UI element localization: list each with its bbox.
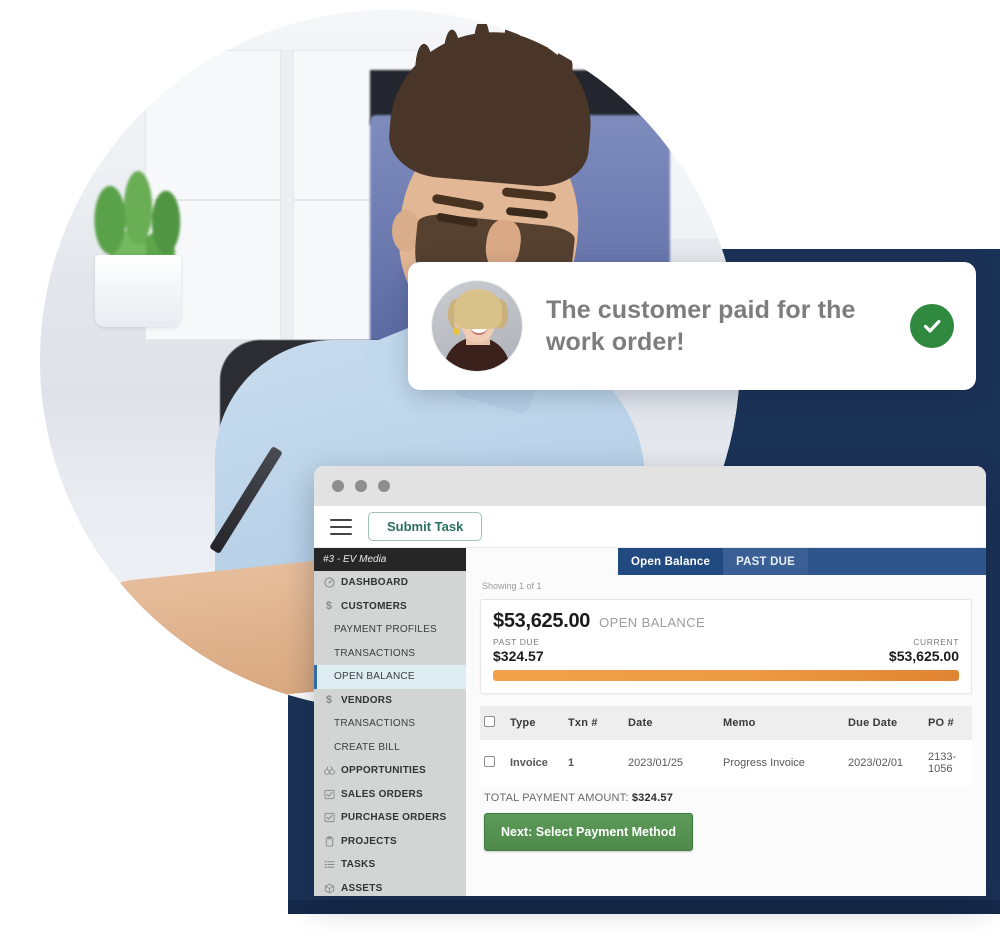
gauge-icon: [323, 577, 335, 589]
past-due-label: PAST DUE: [493, 637, 540, 647]
plant-leaves: [80, 160, 200, 270]
sidebar-item-open-balance[interactable]: OPEN BALANCE: [314, 665, 466, 689]
checkbox-icon: [323, 812, 335, 824]
sidebar-item-opportunities[interactable]: OPPORTUNITIES: [314, 759, 466, 783]
app-toolbar: Submit Task: [314, 506, 986, 548]
sidebar-item-projects[interactable]: PROJECTS: [314, 830, 466, 854]
sidebar-item-vendor-transactions[interactable]: TRANSACTIONS: [314, 712, 466, 736]
minimize-dot[interactable]: [355, 480, 367, 492]
table-row: Invoice 1 2023/01/25 Progress Invoice 20…: [480, 740, 972, 786]
hamburger-menu-icon[interactable]: [330, 518, 352, 535]
check-circle-icon: [910, 304, 954, 348]
column-header: PO #: [924, 706, 972, 740]
result-count: Showing 1 of 1: [482, 581, 542, 591]
total-payment-amount: TOTAL PAYMENT AMOUNT: $324.57: [484, 792, 972, 804]
sidebar: #3 - EV Media DASHBOARD $ CUSTOMERS PAYM…: [314, 548, 466, 896]
sidebar-item-label: TRANSACTIONS: [334, 718, 416, 730]
open-balance-amount: $53,625.00: [493, 610, 591, 632]
sidebar-item-label: CREATE BILL: [334, 741, 400, 753]
current-block: CURRENT $53,625.00: [889, 637, 959, 664]
sidebar-item-label: ASSETS: [341, 882, 383, 894]
table-header-row: Type Txn # Date Memo Due Date PO #: [480, 706, 972, 740]
sidebar-item-customers[interactable]: $ CUSTOMERS: [314, 595, 466, 619]
sidebar-item-payment-profiles[interactable]: PAYMENT PROFILES: [314, 618, 466, 642]
column-header: Txn #: [564, 706, 624, 740]
total-payment-value: $324.57: [631, 792, 674, 804]
column-header: Memo: [719, 706, 844, 740]
cell-memo: Progress Invoice: [719, 740, 844, 786]
cell-due-date: 2023/02/01: [844, 740, 924, 786]
hero-composite: The customer paid for the work order! Su…: [0, 0, 1000, 950]
select-all-checkbox[interactable]: [484, 716, 495, 727]
total-payment-label: TOTAL PAYMENT AMOUNT:: [484, 792, 629, 804]
sidebar-item-label: VENDORS: [341, 694, 393, 706]
navy-backdrop-shadow: [288, 900, 1000, 914]
tab-bar: Open Balance PAST DUE: [618, 548, 986, 575]
row-checkbox[interactable]: [484, 756, 495, 767]
plant-pot: [95, 255, 181, 327]
notification-message: The customer paid for the work order!: [546, 296, 856, 356]
sidebar-item-label: DASHBOARD: [341, 577, 409, 589]
shelf-divider: [280, 50, 294, 340]
current-value: $53,625.00: [888, 648, 959, 664]
sidebar-item-label: OPEN BALANCE: [334, 671, 415, 683]
balance-progress-bar: [493, 670, 959, 681]
sidebar-item-purchase-orders[interactable]: PURCHASE ORDERS: [314, 806, 466, 830]
payment-notification-card: The customer paid for the work order!: [408, 262, 976, 390]
open-balance-card: $53,625.00 OPEN BALANCE PAST DUE $324.57…: [480, 599, 972, 694]
tab-open-balance[interactable]: Open Balance: [618, 548, 724, 575]
browser-window: Submit Task #3 - EV Media DASHBOARD $ CU…: [314, 466, 986, 896]
window-titlebar: [314, 466, 986, 506]
sidebar-item-label: PURCHASE ORDERS: [341, 812, 447, 824]
close-dot[interactable]: [332, 480, 344, 492]
column-header: Type: [506, 706, 564, 740]
main-content: Open Balance PAST DUE Showing 1 of 1 $53…: [466, 548, 986, 896]
sidebar-item-create-bill[interactable]: CREATE BILL: [314, 736, 466, 760]
maximize-dot[interactable]: [378, 480, 390, 492]
past-due-block: PAST DUE $324.57: [493, 637, 544, 664]
sidebar-item-label: OPPORTUNITIES: [341, 765, 426, 777]
select-all-header: [480, 706, 506, 740]
sidebar-item-dashboard[interactable]: DASHBOARD: [314, 571, 466, 595]
cell-po: 2133-1056: [924, 740, 972, 786]
sidebar-item-vendors[interactable]: $ VENDORS: [314, 689, 466, 713]
app-body: #3 - EV Media DASHBOARD $ CUSTOMERS PAYM…: [314, 548, 986, 896]
open-balance-label: OPEN BALANCE: [599, 615, 706, 630]
column-header: Due Date: [844, 706, 924, 740]
person-hair-spikes: [412, 24, 582, 94]
avatar: [432, 281, 522, 371]
sidebar-item-label: SALES ORDERS: [341, 788, 423, 800]
clipboard-icon: [323, 835, 335, 847]
next-select-payment-method-button[interactable]: Next: Select Payment Method: [484, 813, 694, 851]
sidebar-item-customer-transactions[interactable]: TRANSACTIONS: [314, 642, 466, 666]
current-label: CURRENT: [913, 637, 959, 647]
checkbox-icon: [323, 788, 335, 800]
sidebar-item-label: TRANSACTIONS: [334, 647, 416, 659]
cell-date: 2023/01/25: [624, 740, 719, 786]
tab-past-due[interactable]: PAST DUE: [723, 548, 808, 575]
cell-txn[interactable]: 1: [564, 740, 624, 786]
invoices-table: Type Txn # Date Memo Due Date PO # Invoi…: [480, 706, 972, 786]
sidebar-item-label: TASKS: [341, 859, 376, 871]
sidebar-account-label: #3 - EV Media: [314, 548, 466, 571]
column-header: Date: [624, 706, 719, 740]
row-select-cell: [480, 740, 506, 786]
dollar-icon: $: [325, 694, 333, 707]
sidebar-item-label: CUSTOMERS: [341, 600, 407, 612]
submit-task-button[interactable]: Submit Task: [368, 512, 483, 541]
past-due-value: $324.57: [493, 648, 544, 664]
sidebar-item-tasks[interactable]: TASKS: [314, 853, 466, 877]
sidebar-item-label: PAYMENT PROFILES: [334, 624, 437, 636]
dollar-icon: $: [325, 600, 333, 613]
binoculars-icon: [323, 765, 335, 777]
sidebar-item-assets[interactable]: ASSETS: [314, 877, 466, 897]
box-icon: [323, 882, 335, 894]
sidebar-item-sales-orders[interactable]: SALES ORDERS: [314, 783, 466, 807]
cell-type[interactable]: Invoice: [506, 740, 564, 786]
sidebar-item-label: PROJECTS: [341, 835, 397, 847]
list-icon: [323, 859, 335, 871]
